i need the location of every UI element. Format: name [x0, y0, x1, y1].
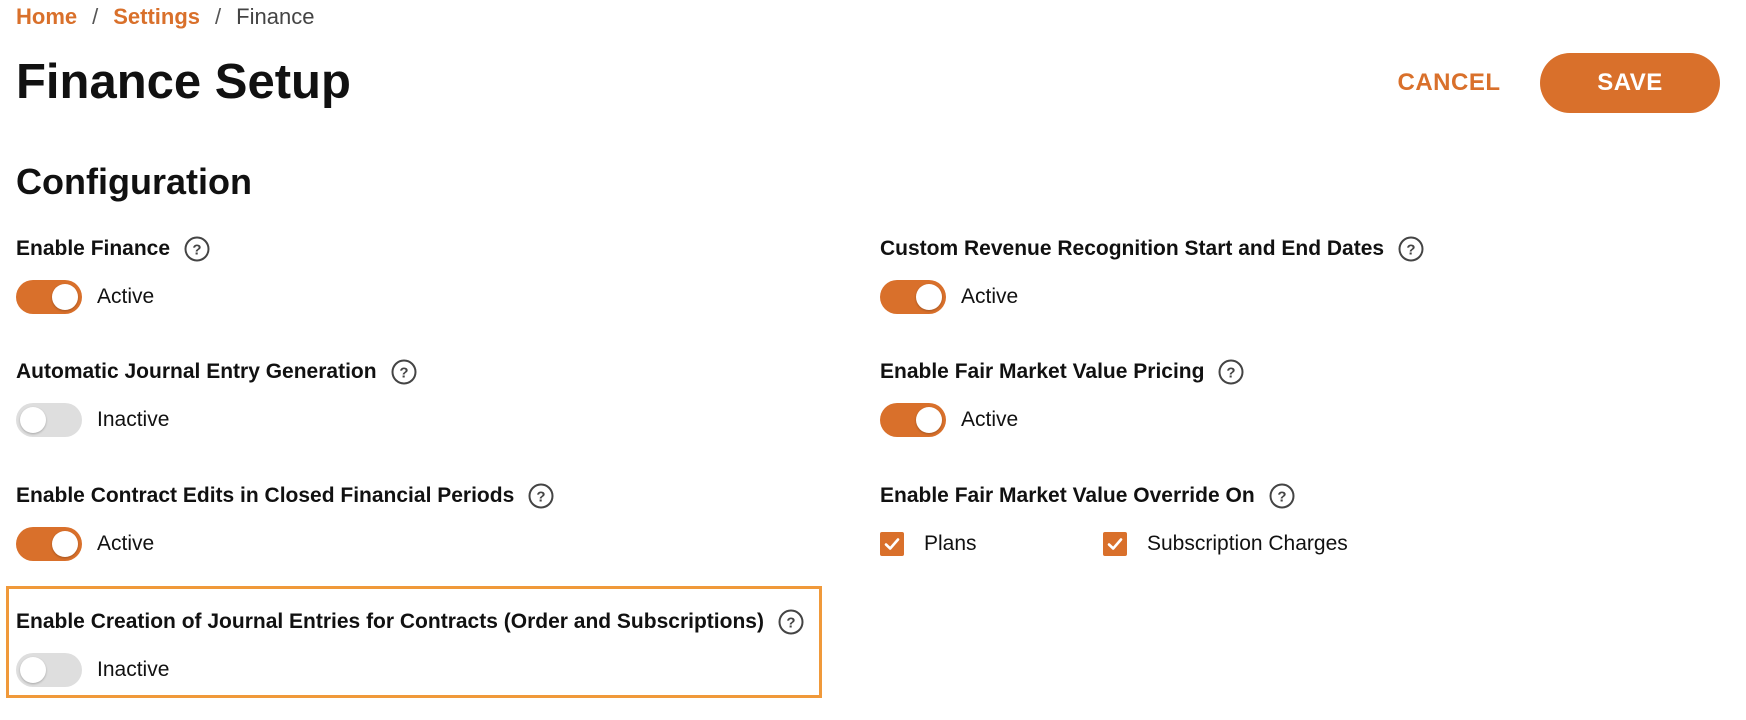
toggle-knob [20, 657, 46, 683]
checkbox-plans[interactable]: Plans [880, 532, 1103, 556]
help-icon[interactable]: ? [1398, 236, 1424, 262]
contract-edits-toggle[interactable] [16, 527, 82, 561]
toggle-knob [52, 284, 78, 310]
setting-custom-revenue-recognition: Custom Revenue Recognition Start and End… [880, 234, 1424, 315]
svg-text:?: ? [786, 615, 795, 632]
svg-text:?: ? [1277, 489, 1286, 506]
setting-contract-edits-closed-periods: Enable Contract Edits in Closed Financia… [16, 481, 554, 562]
setting-label-row: Automatic Journal Entry Generation ? [16, 357, 417, 387]
toggle-status: Inactive [97, 408, 170, 431]
setting-automatic-journal-entry: Automatic Journal Entry Generation ? Ina… [16, 357, 417, 438]
setting-journal-entries-for-contracts: Enable Creation of Journal Entries for C… [16, 607, 804, 688]
toggle-status: Active [961, 285, 1019, 308]
setting-label: Enable Fair Market Value Pricing [880, 360, 1205, 383]
checkbox-subscription-charges[interactable]: Subscription Charges [1103, 532, 1348, 556]
toggle-row: Active [880, 279, 1424, 315]
toggle-status: Inactive [97, 658, 170, 681]
toggle-knob [916, 407, 942, 433]
svg-text:?: ? [1227, 365, 1236, 382]
help-icon[interactable]: ? [1218, 359, 1244, 385]
toggle-status: Active [961, 408, 1019, 431]
section-title-configuration: Configuration [16, 161, 252, 202]
toggle-knob [916, 284, 942, 310]
checkbox-label: Subscription Charges [1147, 532, 1348, 555]
setting-label: Enable Creation of Journal Entries for C… [16, 610, 764, 633]
toggle-status: Active [97, 285, 155, 308]
page-title: Finance Setup [16, 55, 351, 109]
setting-label-row: Enable Finance ? [16, 234, 210, 264]
help-icon[interactable]: ? [391, 359, 417, 385]
toggle-row: Inactive [16, 402, 417, 438]
help-icon[interactable]: ? [184, 236, 210, 262]
checkbox-group: Plans Subscription Charges [880, 532, 1348, 556]
setting-label-row: Enable Creation of Journal Entries for C… [16, 607, 804, 637]
setting-label: Enable Fair Market Value Override On [880, 484, 1255, 507]
journal-entries-contracts-toggle[interactable] [16, 653, 82, 687]
svg-text:?: ? [192, 242, 201, 259]
toggle-row: Inactive [16, 652, 804, 688]
finance-setup-page: Home / Settings / Finance Finance Setup … [0, 0, 1746, 720]
toggle-row: Active [16, 279, 210, 315]
breadcrumb-separator: / [215, 4, 222, 29]
breadcrumb-home-link[interactable]: Home [16, 2, 77, 32]
automatic-journal-entry-toggle[interactable] [16, 403, 82, 437]
breadcrumb-settings-link[interactable]: Settings [113, 2, 200, 32]
setting-fair-market-value-pricing: Enable Fair Market Value Pricing ? Activ… [880, 357, 1244, 438]
breadcrumb-separator: / [92, 4, 99, 29]
setting-label-row: Custom Revenue Recognition Start and End… [880, 234, 1424, 264]
checkmark-icon [1107, 538, 1123, 550]
cancel-button[interactable]: CANCEL [1385, 53, 1513, 113]
svg-text:?: ? [399, 365, 408, 382]
toggle-knob [20, 407, 46, 433]
checkbox-checked-icon[interactable] [880, 532, 904, 556]
checkmark-icon [884, 538, 900, 550]
breadcrumb: Home / Settings / Finance [16, 2, 314, 32]
setting-label-row: Enable Contract Edits in Closed Financia… [16, 481, 554, 511]
toggle-row: Active [16, 526, 554, 562]
checkbox-checked-icon[interactable] [1103, 532, 1127, 556]
setting-fair-market-value-override: Enable Fair Market Value Override On ? P… [880, 481, 1348, 556]
help-icon[interactable]: ? [528, 483, 554, 509]
svg-text:?: ? [537, 489, 546, 506]
setting-label: Enable Contract Edits in Closed Financia… [16, 484, 515, 507]
setting-label: Enable Finance [16, 237, 171, 260]
toggle-knob [52, 531, 78, 557]
save-button[interactable]: SAVE [1540, 53, 1720, 113]
checkbox-label: Plans [924, 532, 977, 555]
setting-label: Automatic Journal Entry Generation [16, 360, 377, 383]
svg-text:?: ? [1406, 242, 1415, 259]
setting-label-row: Enable Fair Market Value Override On ? [880, 481, 1348, 511]
fair-market-value-pricing-toggle[interactable] [880, 403, 946, 437]
setting-label: Custom Revenue Recognition Start and End… [880, 237, 1385, 260]
help-icon[interactable]: ? [778, 609, 804, 635]
setting-label-row: Enable Fair Market Value Pricing ? [880, 357, 1244, 387]
breadcrumb-current: Finance [236, 4, 315, 29]
help-icon[interactable]: ? [1269, 483, 1295, 509]
enable-finance-toggle[interactable] [16, 280, 82, 314]
toggle-row: Active [880, 402, 1244, 438]
setting-enable-finance: Enable Finance ? Active [16, 234, 210, 315]
toggle-status: Active [97, 532, 155, 555]
custom-revenue-recognition-toggle[interactable] [880, 280, 946, 314]
